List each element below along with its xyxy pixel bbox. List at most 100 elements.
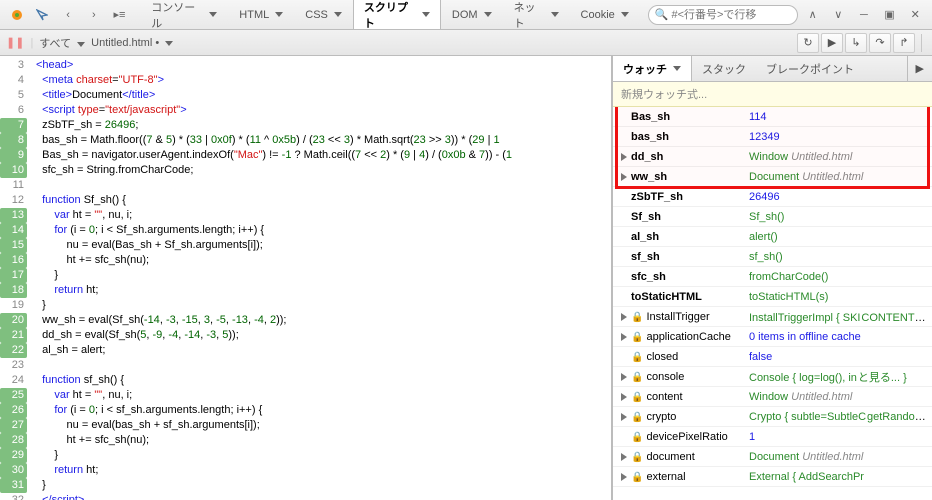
line-number[interactable]: 3 [0, 58, 24, 73]
line-number[interactable]: 7 [0, 118, 27, 133]
popout-icon[interactable]: ▣ [879, 4, 901, 26]
watch-row[interactable]: toStaticHTMLtoStaticHTML(s) [613, 287, 932, 307]
inspect-icon[interactable] [32, 4, 54, 26]
code-line[interactable]: for (i = 0; i < sf_sh.arguments.length; … [36, 403, 611, 418]
watch-row[interactable]: 🔒contentWindow Untitled.html [613, 387, 932, 407]
line-number[interactable]: 20 [0, 313, 27, 328]
back-icon[interactable]: ‹ [57, 4, 79, 26]
expand-icon[interactable] [617, 473, 631, 481]
search-next-icon[interactable]: ∨ [827, 4, 849, 26]
step-out-icon[interactable]: ↱ [893, 33, 915, 53]
code-line[interactable]: </script> [36, 493, 611, 500]
tab-script[interactable]: スクリプト [353, 0, 441, 29]
code-line[interactable]: <meta charset="UTF-8"> [36, 73, 611, 88]
line-number[interactable]: 22 [0, 343, 27, 358]
line-number[interactable]: 16 [0, 253, 27, 268]
search-box[interactable]: 🔍 [648, 5, 798, 25]
code-line[interactable]: return ht; [36, 283, 611, 298]
line-number[interactable]: 4 [0, 73, 24, 88]
code-editor[interactable]: 3456789101112131415161718192021222324252… [0, 56, 612, 500]
code-line[interactable]: ht += sfc_sh(nu); [36, 433, 611, 448]
expand-icon[interactable] [617, 333, 631, 341]
line-number[interactable]: 9 [0, 148, 27, 163]
close-icon[interactable]: ✕ [904, 4, 926, 26]
code-line[interactable]: } [36, 268, 611, 283]
line-number[interactable]: 15 [0, 238, 27, 253]
code-line[interactable]: bas_sh = Math.floor((7 & 5) * (33 | 0x0f… [36, 133, 611, 148]
watch-row[interactable]: sf_shsf_sh() [613, 247, 932, 267]
line-number[interactable]: 30 [0, 463, 27, 478]
code-line[interactable] [36, 358, 611, 373]
forward-icon[interactable]: › [83, 4, 105, 26]
watch-row[interactable]: 🔒consoleConsole { log=log(), in と見る... } [613, 367, 932, 387]
filename-dropdown[interactable]: Untitled.html • [91, 37, 173, 49]
code-line[interactable]: <head> [36, 58, 611, 73]
line-number[interactable]: 24 [0, 373, 24, 388]
expand-icon[interactable] [617, 393, 631, 401]
watch-row[interactable]: ww_shDocument Untitled.html [613, 167, 932, 187]
code-line[interactable]: sfc_sh = String.fromCharCode; [36, 163, 611, 178]
code-line[interactable]: function sf_sh() { [36, 373, 611, 388]
code-line[interactable]: } [36, 448, 611, 463]
watch-row[interactable]: 🔒closedfalse [613, 347, 932, 367]
line-number[interactable]: 5 [0, 88, 24, 103]
watch-row[interactable]: al_shalert() [613, 227, 932, 247]
code-line[interactable]: var ht = "", nu, i; [36, 388, 611, 403]
tab-net[interactable]: ネット [503, 0, 570, 29]
code-line[interactable]: function Sf_sh() { [36, 193, 611, 208]
tab-console[interactable]: コンソール [140, 0, 228, 29]
line-number[interactable]: 6 [0, 103, 24, 118]
line-number[interactable]: 8 [0, 133, 27, 148]
code-line[interactable]: <script type="text/javascript"> [36, 103, 611, 118]
watch-row[interactable]: dd_shWindow Untitled.html [613, 147, 932, 167]
minimize-icon[interactable]: ─ [853, 4, 875, 26]
code-line[interactable]: dd_sh = eval(Sf_sh(5, -9, -4, -14, -3, 5… [36, 328, 611, 343]
code-line[interactable]: ww_sh = eval(Sf_sh(-14, -3, -15, 3, -5, … [36, 313, 611, 328]
code-line[interactable]: for (i = 0; i < Sf_sh.arguments.length; … [36, 223, 611, 238]
watch-row[interactable]: 🔒cryptoCrypto { subtle=SubtleC getRandom… [613, 407, 932, 427]
new-watch-input[interactable]: 新規ウォッチ式... [613, 82, 932, 107]
filter-all[interactable]: すべて [39, 35, 85, 51]
watch-row[interactable]: sfc_shfromCharCode() [613, 267, 932, 287]
expand-icon[interactable] [617, 313, 631, 321]
line-number[interactable]: 21 [0, 328, 27, 343]
break-on-icon[interactable]: ❚❚ [6, 36, 24, 49]
search-prev-icon[interactable]: ∧ [802, 4, 824, 26]
watch-row[interactable]: Bas_sh114 [613, 107, 932, 127]
code-line[interactable]: } [36, 478, 611, 493]
expand-icon[interactable] [617, 373, 631, 381]
line-number[interactable]: 26 [0, 403, 27, 418]
step-into-icon[interactable]: ↳ [845, 33, 867, 53]
line-number[interactable]: 31 [0, 478, 27, 493]
watch-row[interactable]: 🔒InstallTriggerInstallTriggerImpl { SKI … [613, 307, 932, 327]
code-line[interactable]: return ht; [36, 463, 611, 478]
watch-row[interactable]: 🔒devicePixelRatio1 [613, 427, 932, 447]
expand-icon[interactable] [617, 153, 631, 161]
watch-row[interactable]: zSbTF_sh26496 [613, 187, 932, 207]
code-line[interactable]: } [36, 298, 611, 313]
expand-icon[interactable] [617, 413, 631, 421]
line-number[interactable]: 19 [0, 298, 24, 313]
tab-css[interactable]: CSS [294, 0, 353, 29]
tab-cookie[interactable]: Cookie [570, 0, 640, 29]
watch-row[interactable]: Sf_shSf_sh() [613, 207, 932, 227]
code-line[interactable]: zSbTF_sh = 26496; [36, 118, 611, 133]
tab-breakpoints[interactable]: ブレークポイント [756, 56, 864, 81]
line-number[interactable]: 25 [0, 388, 27, 403]
code-line[interactable] [36, 178, 611, 193]
expand-icon[interactable] [617, 173, 631, 181]
code-line[interactable]: Bas_sh = navigator.userAgent.indexOf("Ma… [36, 148, 611, 163]
step-over-icon[interactable]: ↷ [869, 33, 891, 53]
watch-row[interactable]: 🔒applicationCache0 items in offline cach… [613, 327, 932, 347]
tab-watch[interactable]: ウォッチ [613, 56, 692, 81]
panel-play-icon[interactable]: ▶ [907, 56, 932, 81]
line-number[interactable]: 23 [0, 358, 24, 373]
code-line[interactable]: var ht = "", nu, i; [36, 208, 611, 223]
line-number[interactable]: 18 [0, 283, 27, 298]
line-number[interactable]: 29 [0, 448, 27, 463]
watch-row[interactable]: 🔒externalExternal { AddSearchPr [613, 467, 932, 487]
line-number[interactable]: 17 [0, 268, 27, 283]
tab-html[interactable]: HTML [228, 0, 294, 29]
firebug-icon[interactable] [6, 4, 28, 26]
line-number[interactable]: 13 [0, 208, 27, 223]
